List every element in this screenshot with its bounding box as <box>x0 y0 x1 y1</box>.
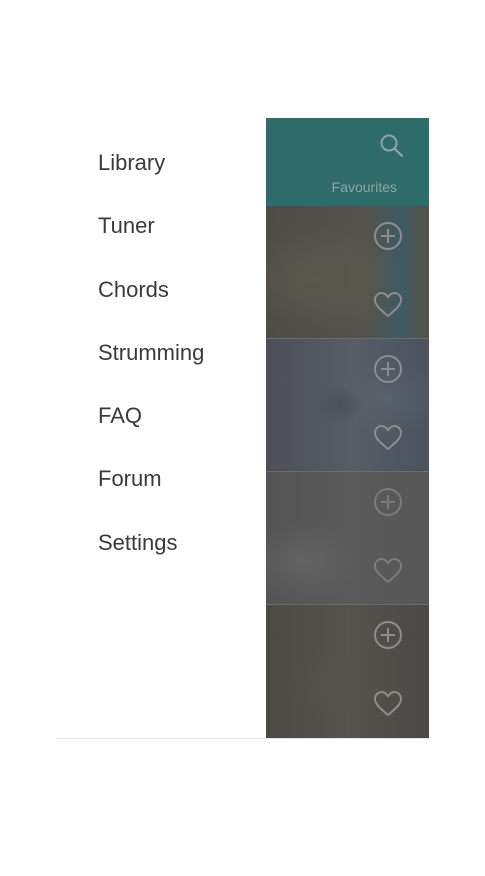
navigation-drawer: Library Tuner Chords Strumming FAQ Forum… <box>57 118 266 738</box>
heart-outline-icon[interactable] <box>373 689 403 719</box>
add-circle-icon[interactable] <box>373 620 403 650</box>
heart-outline-icon[interactable] <box>373 290 403 320</box>
app-screen: Library Tuner Chords Strumming FAQ Forum… <box>57 118 429 739</box>
drawer-item-settings[interactable]: Settings <box>98 529 204 592</box>
drawer-item-label: Strumming <box>98 339 205 365</box>
drawer-item-label: Tuner <box>98 213 155 239</box>
app-header: Favourites <box>266 118 429 206</box>
drawer-item-label: Chords <box>98 276 169 302</box>
add-circle-icon[interactable] <box>373 354 403 384</box>
drawer-item-library[interactable]: Library <box>98 149 204 212</box>
song-card[interactable] <box>266 206 429 339</box>
add-circle-icon[interactable] <box>373 487 403 517</box>
add-circle-icon[interactable] <box>373 221 403 251</box>
drawer-item-label: Settings <box>98 529 178 555</box>
drawer-item-label: FAQ <box>98 403 143 429</box>
search-icon[interactable] <box>378 132 406 160</box>
song-card[interactable] <box>266 605 429 738</box>
drawer-item-label: Forum <box>98 466 162 492</box>
drawer-item-faq[interactable]: FAQ <box>98 402 204 465</box>
drawer-menu: Library Tuner Chords Strumming FAQ Forum… <box>98 149 204 592</box>
main-content-obscured: Favourites <box>266 118 429 738</box>
heart-outline-icon[interactable] <box>373 556 403 586</box>
song-card[interactable] <box>266 472 429 605</box>
drawer-item-chords[interactable]: Chords <box>98 276 204 339</box>
song-card[interactable] <box>266 339 429 472</box>
drawer-item-forum[interactable]: Forum <box>98 465 204 528</box>
tab-favourites[interactable]: Favourites <box>332 179 397 195</box>
heart-outline-icon[interactable] <box>373 423 403 453</box>
drawer-item-label: Library <box>98 150 166 175</box>
drawer-item-strumming[interactable]: Strumming <box>98 339 204 402</box>
drawer-item-tuner[interactable]: Tuner <box>98 212 204 275</box>
